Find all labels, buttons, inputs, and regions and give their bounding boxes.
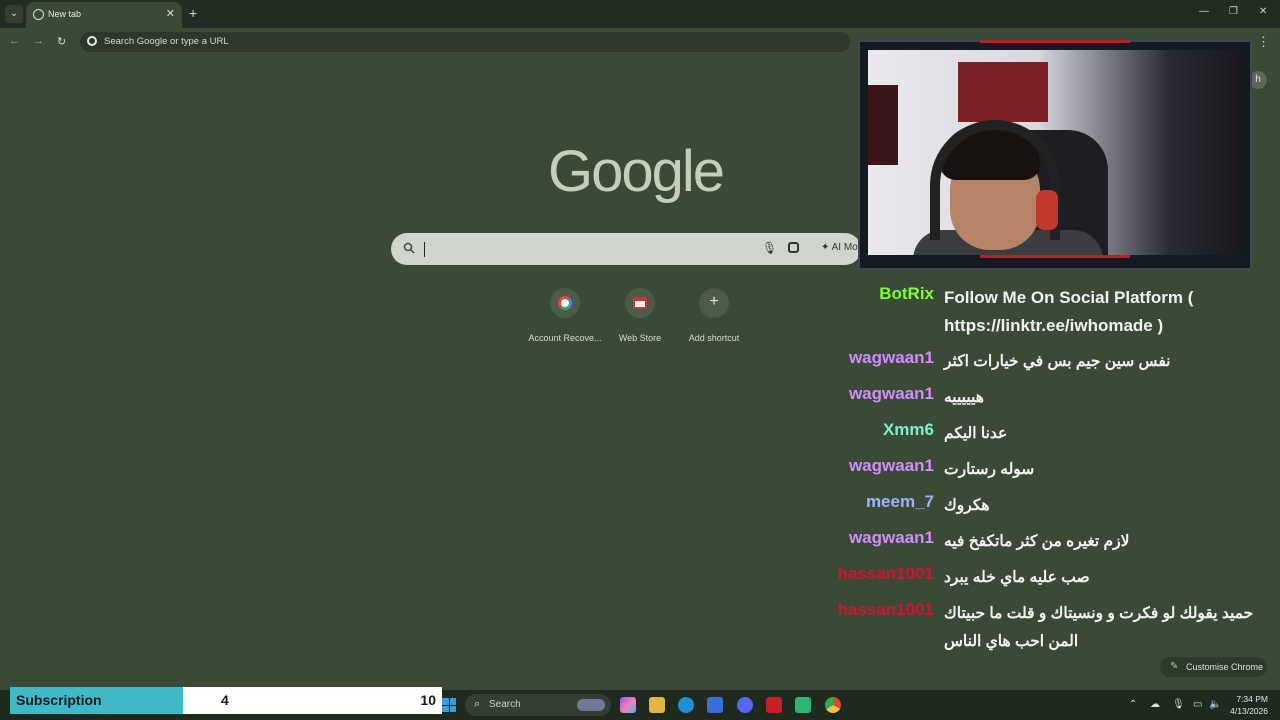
shortcut-web-store[interactable]: Web Store: [600, 288, 680, 343]
google-g-icon: [87, 36, 97, 46]
chat-message: hassan1001 صب عليه ماي خله يبرد: [820, 564, 1275, 592]
chat-text: نفس سين جيم بس في خيارات اكثر: [944, 353, 1171, 370]
chat-username: wagwaan1: [848, 528, 934, 547]
headset-earcup: [1036, 190, 1058, 230]
chat-message: hassan1001 حميد يقولك لو فكرت و ونسيتاك …: [820, 600, 1275, 656]
chrome-favicon-icon: [33, 9, 44, 20]
edge-icon[interactable]: [678, 697, 694, 713]
ai-mode-label: AI Mo: [831, 242, 858, 253]
subscription-label: Subscription: [16, 692, 102, 708]
chat-message: BotRix Follow Me On Social Platform ( ht…: [820, 284, 1275, 340]
shortcut-add[interactable]: + Add shortcut: [674, 288, 754, 343]
frame-accent: [980, 255, 1130, 258]
chat-text: هيييييه: [944, 389, 984, 406]
chat-username: wagwaan1: [848, 384, 934, 403]
chevron-up-icon[interactable]: ⌃: [1129, 699, 1137, 710]
chat-text: Follow Me On Social Platform ( https://l…: [944, 288, 1194, 335]
close-tab-icon[interactable]: ✕: [166, 7, 175, 20]
shortcut-account-recovery[interactable]: Account Recove...: [525, 288, 605, 343]
chat-message: wagwaan1 سوله رستارت: [820, 456, 1275, 484]
tab-strip: ⌄ New tab ✕ + — ❐ ✕: [0, 0, 1280, 28]
minimize-icon[interactable]: —: [1199, 6, 1209, 17]
wall-poster: [868, 85, 898, 165]
taskbar-search-label: Search: [489, 699, 521, 710]
system-clock[interactable]: 7:34 PM 4/13/2026: [1230, 693, 1268, 717]
wall-poster: [958, 62, 1048, 122]
restore-icon[interactable]: ❐: [1229, 6, 1238, 17]
taskbar-search-box[interactable]: ⌕ Search: [465, 694, 611, 716]
webcam-overlay: [858, 40, 1252, 270]
search-highlight-icon: [577, 699, 605, 711]
chat-message: Xmm6 عدنا اليكم: [820, 420, 1275, 448]
shortcut-label: Account Recove...: [528, 333, 602, 343]
chat-message: wagwaan1 هيييييه: [820, 384, 1275, 412]
frame-accent: [980, 40, 1130, 43]
stream-chat: BotRix Follow Me On Social Platform ( ht…: [820, 284, 1275, 664]
chat-username: wagwaan1: [848, 348, 934, 367]
tab-title: New tab: [48, 9, 82, 19]
reload-icon[interactable]: ↻: [57, 35, 66, 48]
new-tab-plus-icon[interactable]: +: [189, 5, 197, 21]
volume-icon[interactable]: 🔈: [1209, 699, 1221, 710]
subscription-goal: 10: [420, 692, 436, 708]
back-arrow-icon[interactable]: ←: [9, 35, 20, 47]
chat-username: Xmm6: [882, 420, 934, 439]
close-window-icon[interactable]: ✕: [1259, 6, 1267, 17]
chat-username: hassan1001: [837, 600, 934, 619]
subscription-goal-bar: Subscription 4 10: [10, 687, 442, 714]
address-bar-placeholder: Search Google or type a URL: [104, 36, 229, 47]
microsoft-store-icon[interactable]: [707, 697, 723, 713]
chat-message: wagwaan1 لازم تغيره من كثر ماتكفخ فيه: [820, 528, 1275, 556]
chat-message: wagwaan1 نفس سين جيم بس في خيارات اكثر: [820, 348, 1275, 376]
text-caret: [424, 242, 425, 257]
chat-message: meem_7 هكروك: [820, 492, 1275, 520]
shortcut-label: Web Store: [618, 333, 662, 343]
chrome-menu-icon[interactable]: ⋮: [1257, 34, 1270, 50]
clock-time: 7:34 PM: [1236, 694, 1268, 704]
forward-arrow-icon[interactable]: →: [33, 35, 44, 47]
display-icon[interactable]: ▭: [1193, 699, 1202, 710]
discord-icon[interactable]: [737, 697, 753, 713]
chat-username: hassan1001: [837, 564, 934, 583]
web-store-icon: [633, 297, 647, 309]
google-search-box[interactable]: 🎙 ✦ AI Mo: [391, 233, 861, 265]
google-lens-icon[interactable]: [788, 242, 799, 253]
microphone-icon[interactable]: 🎙: [762, 241, 777, 255]
tab-search-button[interactable]: ⌄: [5, 5, 23, 23]
app-icon[interactable]: [795, 697, 811, 713]
webcam-video: [868, 50, 1244, 255]
onedrive-icon[interactable]: ☁: [1150, 699, 1160, 710]
subscription-current: 4: [221, 692, 229, 708]
plus-icon: +: [709, 293, 719, 310]
search-icon: ⌕: [474, 698, 481, 710]
chat-text: حميد يقولك لو فكرت و ونسيتاك و قلت ما حب…: [944, 605, 1254, 650]
file-explorer-icon[interactable]: [649, 697, 665, 713]
shortcut-label: Add shortcut: [688, 333, 740, 343]
chat-text: صب عليه ماي خله يبرد: [944, 569, 1090, 586]
ai-mode-button[interactable]: ✦ AI Mo: [821, 242, 858, 253]
windows-start-icon[interactable]: [442, 698, 456, 712]
chat-text: لازم تغيره من كثر ماتكفخ فيه: [944, 533, 1130, 550]
chrome-icon[interactable]: [825, 697, 841, 713]
address-bar[interactable]: Search Google or type a URL: [80, 32, 850, 52]
google-icon: [558, 296, 572, 310]
search-icon: [403, 242, 415, 254]
chat-username: wagwaan1: [848, 456, 934, 475]
clock-date: 4/13/2026: [1230, 706, 1268, 716]
chat-text: هكروك: [944, 497, 990, 514]
streaming-app-icon[interactable]: [766, 697, 782, 713]
chat-text: عدنا اليكم: [944, 425, 1008, 442]
chat-text: سوله رستارت: [944, 461, 1035, 478]
copilot-icon[interactable]: [620, 697, 636, 713]
chat-username: BotRix: [879, 284, 934, 303]
tab-new-tab[interactable]: New tab ✕: [26, 2, 182, 28]
google-logo: Google: [548, 139, 725, 204]
microphone-icon[interactable]: 🎙: [1172, 699, 1185, 710]
chat-username: meem_7: [865, 492, 934, 511]
